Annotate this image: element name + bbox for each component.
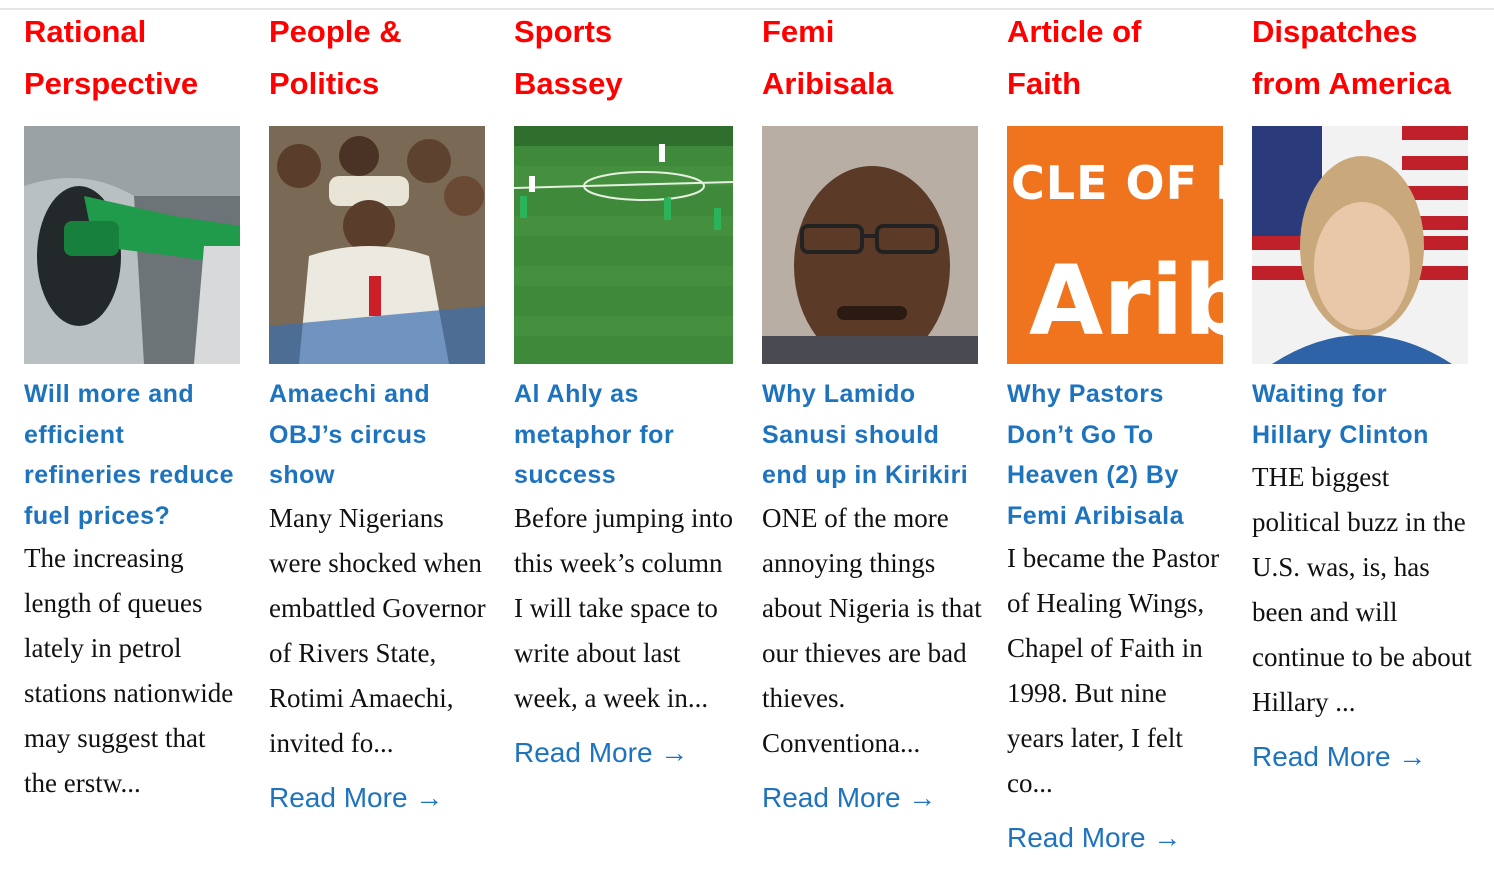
article-excerpt: Many Nigerians were shocked when embattl… xyxy=(269,502,486,758)
read-more-link[interactable]: Read More → xyxy=(1007,818,1181,858)
read-more-link[interactable]: Read More → xyxy=(1252,737,1426,777)
category-title[interactable]: Dispatches from America xyxy=(1252,6,1472,110)
column-sports-bassey: Sports Bassey Al Ahly as metaphor for su… xyxy=(514,6,734,773)
article-thumbnail[interactable]: CLE OF F Arib xyxy=(1007,126,1223,364)
category-title[interactable]: People & Politics xyxy=(269,6,489,110)
category-title[interactable]: Sports Bassey xyxy=(514,6,734,110)
category-title[interactable]: Article of Faith xyxy=(1007,6,1227,110)
read-more-link[interactable]: Read More → xyxy=(269,778,443,818)
column-people-politics: People & Politics Amaechi and OBJ’s circ… xyxy=(269,6,489,818)
article-excerpt: THE biggest political buzz in the U.S. w… xyxy=(1252,462,1472,717)
portrait-flag-photo xyxy=(1252,126,1468,364)
crowd-photo xyxy=(269,126,485,364)
article-headline[interactable]: Waiting for Hillary Clinton xyxy=(1252,374,1472,455)
portrait-photo xyxy=(762,126,978,364)
article-excerpt: I became the Pastor of Healing Wings, Ch… xyxy=(1007,543,1220,798)
article-thumbnail[interactable] xyxy=(24,126,240,364)
column-femi-aribisala: Femi Aribisala Why Lamido Sanusi should … xyxy=(762,6,982,818)
article-thumbnail[interactable] xyxy=(514,126,733,364)
read-more-link[interactable]: Read More → xyxy=(514,733,688,773)
column-article-of-faith: Article of Faith CLE OF F Arib Why Pasto… xyxy=(1007,6,1227,858)
banner-text-bottom: Arib xyxy=(1029,245,1223,357)
article-headline[interactable]: Amaechi and OBJ’s circus show xyxy=(269,374,489,496)
category-title[interactable]: Rational Perspective xyxy=(24,6,244,110)
column-dispatches-from-america: Dispatches from America Waiting for Hill… xyxy=(1252,6,1472,777)
article-thumbnail[interactable] xyxy=(762,126,978,364)
article-headline[interactable]: Why Pastors Don’t Go To Heaven (2) By Fe… xyxy=(1007,374,1227,536)
read-more-link[interactable]: Read More → xyxy=(762,778,936,818)
article-thumbnail[interactable] xyxy=(269,126,485,364)
article-excerpt: The increasing length of queues lately i… xyxy=(24,543,234,798)
article-headline[interactable]: Will more and efficient refineries reduc… xyxy=(24,374,244,536)
article-excerpt: Before jumping into this week’s column I… xyxy=(514,502,733,713)
football-pitch-photo xyxy=(514,126,733,364)
article-headline[interactable]: Al Ahly as metaphor for success xyxy=(514,374,734,496)
column-rational-perspective: Rational Perspective Will more and effic… xyxy=(24,6,244,806)
article-thumbnail[interactable] xyxy=(1252,126,1468,364)
article-headline[interactable]: Why Lamido Sanusi should end up in Kirik… xyxy=(762,374,982,496)
category-title[interactable]: Femi Aribisala xyxy=(762,6,982,110)
banner-text-top: CLE OF F xyxy=(1011,156,1223,210)
article-excerpt: ONE of the more annoying things about Ni… xyxy=(762,502,982,758)
fuel-nozzle-photo xyxy=(24,126,240,364)
